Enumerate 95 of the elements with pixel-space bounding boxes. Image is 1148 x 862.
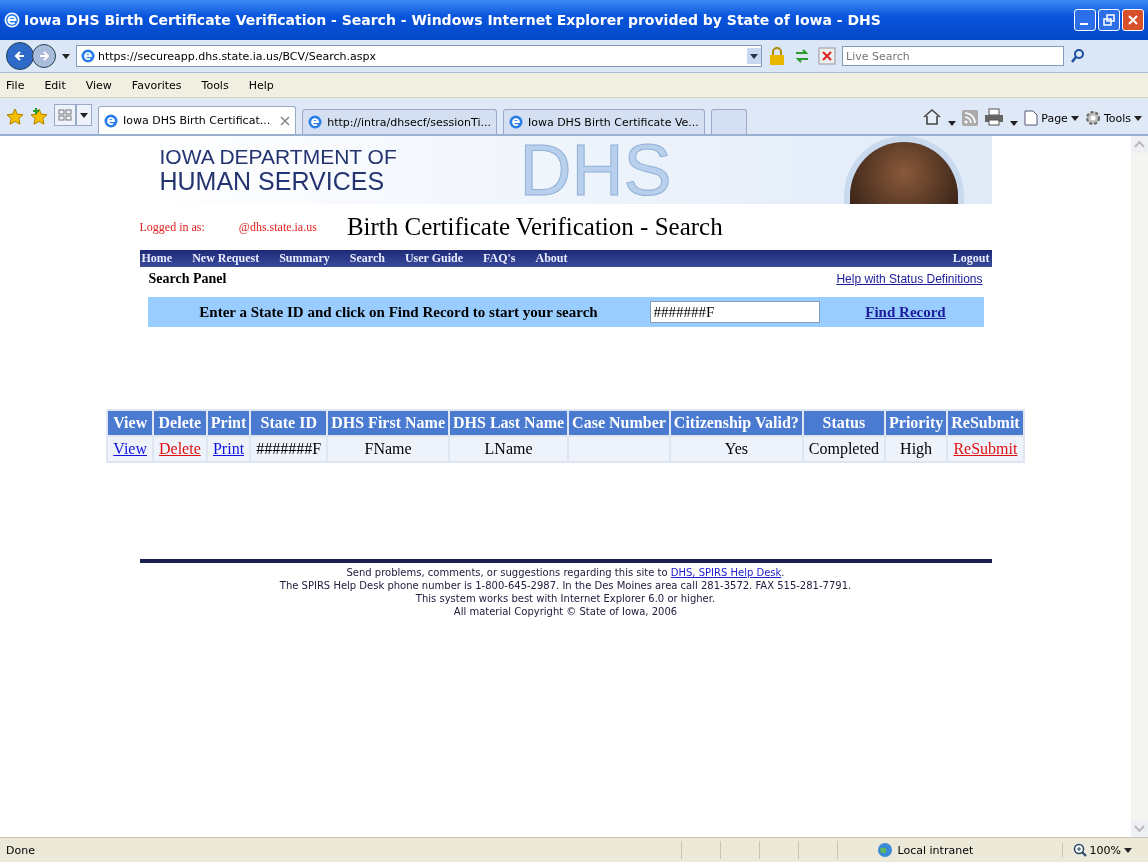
footer-text: All material Copyright © State of Iowa, 2006: [452, 605, 679, 618]
column-header: DHS Last Name: [450, 411, 568, 435]
gear-icon: [1084, 110, 1101, 126]
footer-text: Send problems, comments, or suggestions regarding this site to DHS, SPIRS Help Desk.: [345, 566, 786, 579]
window-title: Iowa DHS Birth Certificate Verification - Search - Windows Internet Explorer provided by State of Iowa - DHS: [24, 12, 882, 28]
login-email: @dhs.state.ia.us: [238, 219, 317, 235]
security-zone: Local intranet: [897, 843, 975, 857]
caret-icon: [1124, 847, 1132, 853]
tab-list-button[interactable]: [76, 104, 92, 126]
nav-link[interactable]: Home: [141, 251, 173, 266]
printer-icon[interactable]: [984, 108, 1005, 126]
footer-text: The SPIRS Help Desk phone number is 1-800-645-2987. In the Des Moines area call 281-3572. FAX 515-281-7791.: [278, 579, 853, 592]
menu-item[interactable]: File: [6, 78, 25, 92]
department-name: HUMAN SERVICES: [159, 167, 386, 195]
column-header: Delete: [154, 411, 206, 435]
page-icon: [508, 115, 523, 129]
column-header: Priority: [886, 411, 947, 435]
zoom-button[interactable]: 100%: [1061, 843, 1142, 857]
banner-watermark: DHS: [519, 136, 672, 211]
dropdown-icon[interactable]: [747, 48, 761, 64]
table-cell: LName: [484, 440, 533, 457]
restore-icon: [1103, 14, 1115, 26]
help-link[interactable]: Help with Status Definitions: [836, 272, 983, 286]
browser-logo-icon: [4, 12, 20, 28]
menu-item[interactable]: View: [85, 78, 112, 92]
address-field[interactable]: https://secureapp.dhs.state.ia.us/BCV/Search.aspx: [76, 45, 762, 67]
feed-icon[interactable]: [962, 110, 979, 126]
status-text: Done: [6, 843, 35, 857]
browser-tab[interactable]: Iowa DHS Birth Certificate Ve...: [502, 109, 705, 134]
table-cell: #######F: [256, 440, 322, 457]
nav-link[interactable]: New Request: [192, 251, 260, 266]
magnifier-icon: [1072, 843, 1087, 857]
page-icon: [1024, 110, 1039, 126]
page-icon: [308, 115, 323, 129]
nav-link[interactable]: User Guide: [404, 251, 464, 266]
minimize-icon: [1080, 23, 1088, 25]
column-header: Print: [207, 411, 250, 435]
nav-link[interactable]: About: [535, 251, 568, 266]
menu-item[interactable]: Favorites: [131, 78, 182, 92]
page-title: Birth Certificate Verification - Search: [346, 213, 723, 241]
page-icon: [81, 49, 95, 63]
footer-text: This system works best with Internet Explorer 6.0 or higher.: [414, 592, 717, 605]
column-header: Case Number: [569, 411, 669, 435]
caret-icon[interactable]: [1010, 121, 1019, 126]
column-header: Status: [803, 411, 884, 435]
add-favorite-icon[interactable]: [30, 108, 48, 126]
state-id-field[interactable]: #######F: [649, 301, 820, 323]
home-icon[interactable]: [922, 108, 943, 126]
dropdown-icon[interactable]: [62, 53, 70, 59]
menu-item[interactable]: Tools: [201, 78, 229, 92]
minimize-button[interactable]: [1074, 9, 1096, 31]
close-tab-icon[interactable]: [280, 115, 291, 126]
search-field[interactable]: Live Search: [842, 46, 1064, 66]
restore-button[interactable]: [1098, 9, 1120, 31]
close-button[interactable]: [1122, 9, 1144, 31]
back-button[interactable]: [6, 42, 34, 70]
column-header: View: [108, 411, 152, 435]
search-prompt: Enter a State ID and click on Find Record to start your search: [198, 303, 599, 321]
find-record-link[interactable]: Find Record: [865, 303, 946, 320]
caret-icon: [80, 112, 88, 118]
tools-menu-button[interactable]: Tools: [1084, 110, 1142, 126]
forward-arrow-icon: [37, 49, 51, 63]
grid-icon: [58, 109, 72, 121]
column-header: Citizenship Valid?: [670, 411, 802, 435]
column-header: DHS First Name: [328, 411, 448, 435]
nav-link[interactable]: Summary: [279, 251, 330, 266]
close-icon: [1127, 14, 1139, 26]
url-text: https://secureapp.dhs.state.ia.us/BCV/Search.aspx: [98, 49, 377, 63]
globe-icon: [875, 842, 894, 858]
browser-tab[interactable]: http://intra/dhsecf/sessionTi...: [302, 109, 497, 134]
page-icon: [104, 113, 118, 128]
panel-title: Search Panel: [148, 271, 227, 287]
table-cell: Completed: [808, 440, 879, 457]
caret-icon: [1070, 115, 1079, 121]
caret-icon[interactable]: [948, 121, 957, 126]
table-cell: Yes: [724, 440, 748, 457]
page-menu-button[interactable]: Page: [1024, 110, 1079, 126]
login-label: Logged in as:: [139, 219, 205, 235]
table-cell: High: [900, 440, 933, 457]
table-cell: FName: [364, 440, 412, 457]
browser-tab[interactable]: Iowa DHS Birth Certificat...: [98, 106, 297, 134]
nav-link[interactable]: Search: [349, 251, 385, 266]
logout-link[interactable]: Logout: [952, 251, 990, 266]
menu-item[interactable]: Edit: [44, 78, 66, 92]
padlock-icon[interactable]: [768, 46, 786, 66]
stop-icon[interactable]: [818, 47, 836, 65]
column-header: State ID: [251, 411, 327, 435]
caret-icon: [1134, 115, 1142, 121]
department-name: IOWA DEPARTMENT OF: [159, 145, 398, 168]
nav-link[interactable]: FAQ's: [483, 251, 516, 266]
search-icon[interactable]: [1070, 48, 1086, 64]
column-header: ReSubmit: [948, 411, 1023, 435]
forward-button[interactable]: [32, 44, 56, 68]
star-icon[interactable]: [6, 108, 24, 126]
menu-item[interactable]: Help: [248, 78, 274, 92]
